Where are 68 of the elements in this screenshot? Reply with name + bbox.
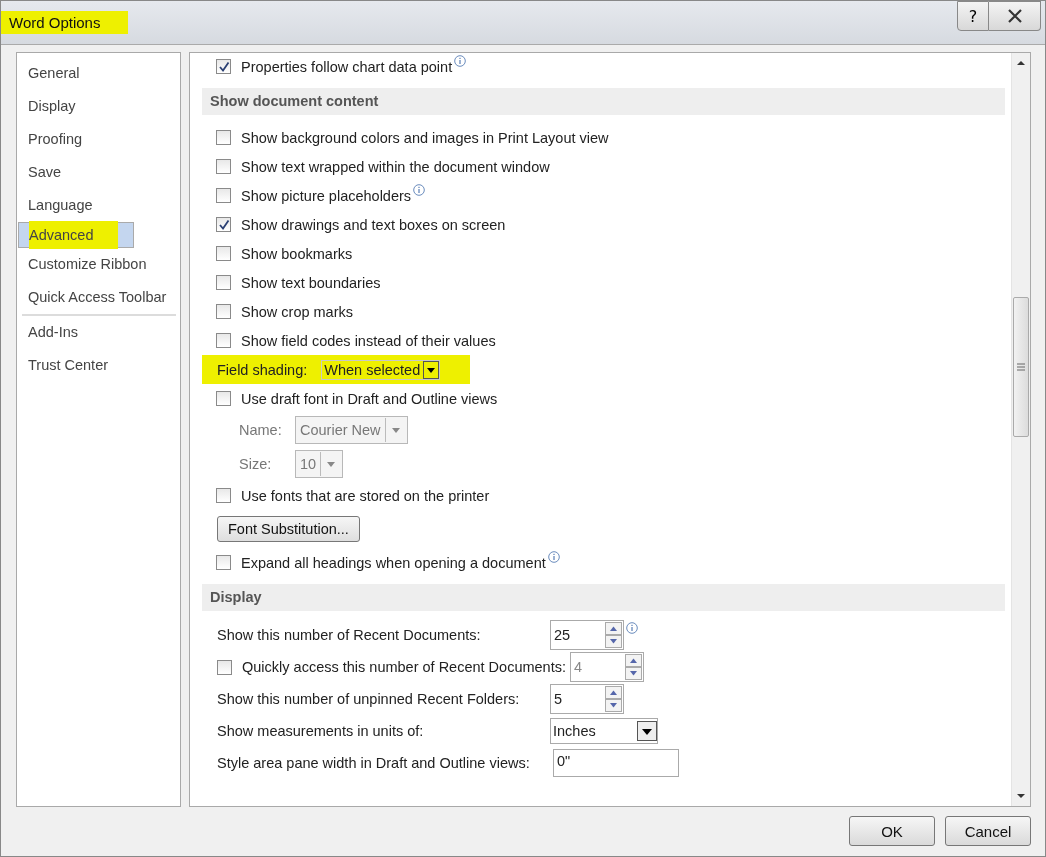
- sidebar-item[interactable]: General: [17, 57, 180, 90]
- font-substitution-button[interactable]: Font Substitution...: [217, 516, 360, 542]
- dialog-button[interactable]: Cancel: [945, 816, 1031, 846]
- dialog-button[interactable]: OK: [849, 816, 935, 846]
- checkbox-label: Show crop marks: [241, 303, 353, 320]
- checkbox-label: Properties follow chart data point: [241, 58, 453, 75]
- sidebar-item[interactable]: Proofing: [17, 123, 180, 156]
- checkbox[interactable]: [216, 59, 231, 74]
- checkbox[interactable]: [216, 304, 231, 319]
- sidebar-item[interactable]: Trust Center: [17, 349, 180, 382]
- checkbox-label: Show field codes instead of their values: [241, 332, 496, 349]
- checkbox[interactable]: [216, 217, 231, 232]
- info-icon: [413, 184, 426, 196]
- sidebar-item[interactable]: Add-Ins: [17, 316, 180, 349]
- number-spinner[interactable]: 5: [550, 684, 624, 714]
- text-field[interactable]: 0": [553, 749, 679, 777]
- field-label: Show this number of Recent Documents:: [217, 627, 482, 643]
- window-title: Word Options: [1, 11, 129, 34]
- checkbox-label: Show background colors and images in Print Layout view: [241, 129, 609, 146]
- field-label: Style area pane width in Draft and Outline views:: [217, 755, 531, 771]
- number-spinner[interactable]: 25: [550, 620, 624, 650]
- grip-icon: [1016, 363, 1026, 371]
- dropdown[interactable]: Inches: [550, 718, 658, 744]
- field-label: Show measurements in units of:: [217, 723, 425, 739]
- checkbox[interactable]: [216, 275, 231, 290]
- scrollbar[interactable]: [1011, 53, 1030, 806]
- sidebar-item[interactable]: Advanced: [18, 222, 134, 248]
- sidebar-item[interactable]: Save: [17, 156, 180, 189]
- checkbox-label: Show bookmarks: [241, 245, 353, 262]
- spinner-arrows-icon: [604, 685, 623, 713]
- checkbox[interactable]: [216, 130, 231, 145]
- checkbox[interactable]: [216, 488, 231, 503]
- checkbox[interactable]: [216, 188, 231, 203]
- checkbox[interactable]: [216, 555, 231, 570]
- dropdown[interactable]: When selected: [321, 359, 441, 380]
- info-icon: [454, 55, 467, 67]
- checkbox-label: Use fonts that are stored on the printer: [241, 487, 490, 504]
- close-button[interactable]: [989, 1, 1041, 31]
- field-label: Show this number of unpinned Recent Folders:: [217, 691, 521, 707]
- checkbox-label: Show text wrapped within the document window: [241, 158, 550, 175]
- sidebar-item[interactable]: Customize Ribbon: [17, 248, 180, 281]
- checkbox-label: Expand all headings when opening a document: [241, 554, 546, 571]
- scroll-thumb[interactable]: [1013, 297, 1029, 437]
- info-icon: [547, 551, 560, 563]
- spinner-arrows-icon: [604, 621, 623, 649]
- help-button[interactable]: ?: [957, 1, 989, 31]
- checkmark-icon: [217, 60, 230, 73]
- checkbox[interactable]: [216, 246, 231, 261]
- field-label: Quickly access this number of Recent Documents:: [242, 659, 566, 675]
- checkbox-label: Use draft font in Draft and Outline views: [241, 390, 498, 407]
- sidebar-item[interactable]: Display: [17, 90, 180, 123]
- field-label: Size:: [239, 456, 273, 472]
- checkbox[interactable]: [216, 391, 231, 406]
- field-label: Field shading:: [217, 361, 308, 378]
- checkbox[interactable]: [216, 159, 231, 174]
- checkbox-label: Show drawings and text boxes on screen: [241, 216, 506, 233]
- checkbox-label: Show text boundaries: [241, 274, 381, 291]
- field-label: Name:: [239, 422, 283, 438]
- checkbox[interactable]: [216, 333, 231, 348]
- checkmark-icon: [217, 218, 230, 231]
- sidebar-item[interactable]: Quick Access Toolbar: [17, 281, 180, 314]
- spinner-arrows-icon: [623, 653, 643, 681]
- section-header: Display: [202, 584, 1005, 611]
- info-icon: [626, 622, 638, 634]
- close-icon: [1006, 9, 1023, 23]
- section-header: Show document content: [202, 88, 1005, 115]
- sidebar-item[interactable]: Language: [17, 189, 180, 222]
- checkbox-label: Show picture placeholders: [241, 187, 412, 204]
